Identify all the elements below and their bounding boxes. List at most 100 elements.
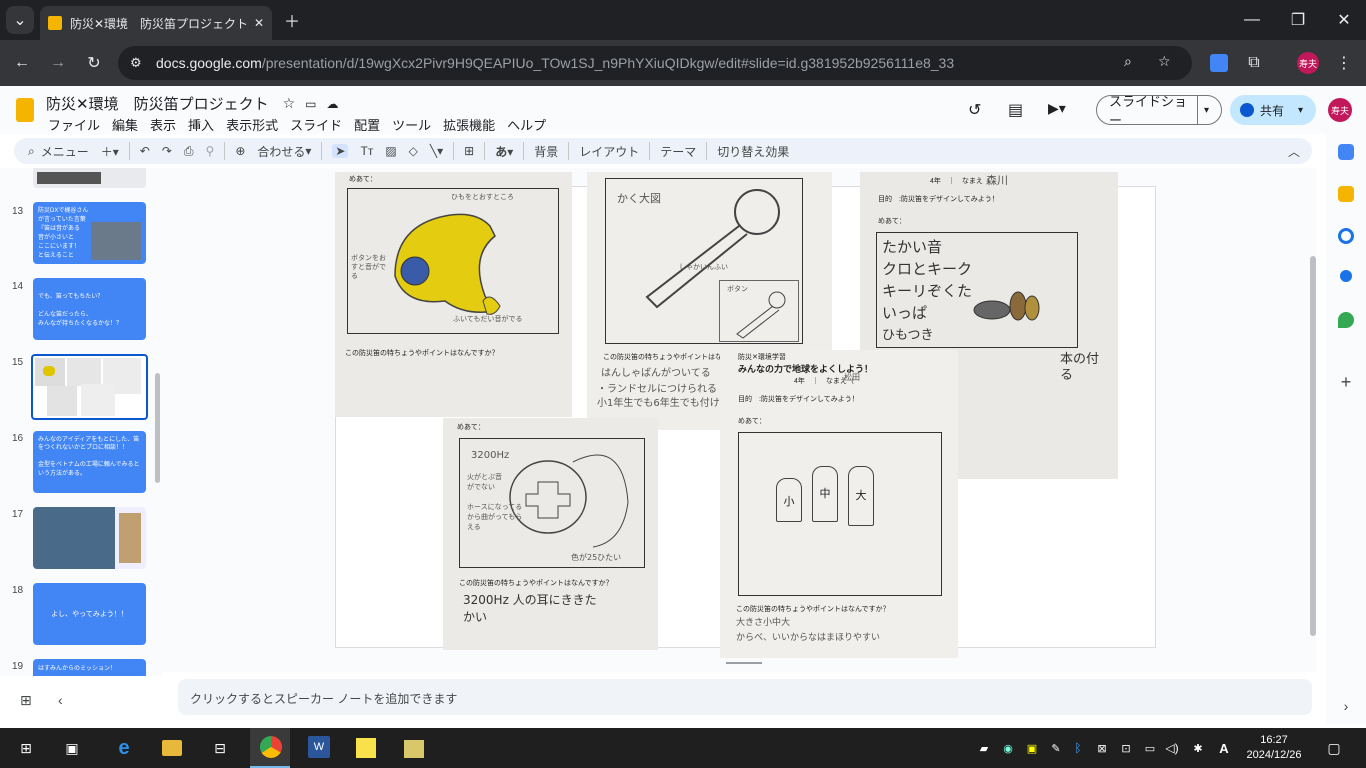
theme-button[interactable]: テーマ bbox=[660, 143, 696, 160]
collapse-filmstrip-icon[interactable]: ‹ bbox=[58, 692, 63, 708]
volume-icon[interactable]: ◁) bbox=[1160, 736, 1184, 760]
slide-thumbnail-17[interactable] bbox=[33, 507, 146, 569]
filmstrip-scrollbar[interactable] bbox=[155, 373, 160, 483]
image-icon[interactable]: ▨ bbox=[385, 144, 396, 158]
search-menus-label[interactable]: メニュー bbox=[41, 143, 89, 160]
network-icon[interactable]: ⊡ bbox=[1114, 736, 1138, 760]
menu-tools[interactable]: ツール bbox=[392, 115, 431, 134]
tray-app-icon[interactable]: ▰ bbox=[972, 736, 996, 760]
slide-thumbnail-14[interactable]: でも、笛ってもちたい？ どんな笛だったら、 みんなが持ちたくなるかな！？ bbox=[33, 278, 146, 340]
notifications-icon[interactable]: ▢ bbox=[1322, 736, 1346, 760]
clock[interactable]: 16:27 2024/12/26 bbox=[1238, 733, 1310, 763]
tray-monitor-icon[interactable]: ▣ bbox=[1020, 736, 1044, 760]
profile-avatar[interactable]: 寿夫 bbox=[1297, 52, 1319, 74]
menu-insert[interactable]: 挿入 bbox=[188, 115, 214, 134]
store-icon[interactable]: ⊟ bbox=[208, 736, 232, 760]
transition-button[interactable]: 切り替え効果 bbox=[717, 143, 789, 160]
new-slide-icon[interactable]: ＋▾ bbox=[101, 143, 119, 160]
expand-panel-icon[interactable]: › bbox=[1338, 698, 1354, 714]
star-icon[interactable]: ☆ bbox=[283, 95, 296, 112]
window-close-icon[interactable]: ✕ bbox=[1330, 6, 1358, 34]
worksheet-image-4[interactable]: めあて： 3200Hz 火がとぶ音がでない ホースになってるから曲がってもらえる… bbox=[443, 418, 658, 650]
input-tools-icon[interactable]: あ▾ bbox=[495, 143, 513, 160]
menu-extensions[interactable]: 拡張機能 bbox=[443, 115, 495, 134]
print-icon[interactable]: ⎙ bbox=[184, 144, 194, 159]
layout-button[interactable]: レイアウト bbox=[579, 143, 639, 160]
tasks-icon[interactable] bbox=[1338, 228, 1354, 244]
calendar-icon[interactable] bbox=[1338, 144, 1354, 160]
line-icon[interactable]: ╲▾ bbox=[430, 144, 443, 158]
slideshow-button[interactable]: スライドショー ▾ bbox=[1096, 94, 1222, 128]
cloud-status-icon[interactable]: ☁ bbox=[326, 97, 338, 111]
speaker-notes[interactable]: クリックするとスピーカー ノートを追加できます bbox=[178, 679, 1312, 715]
zoom-select[interactable]: 合わせる ▾ bbox=[257, 143, 311, 160]
chrome-taskbar-button[interactable] bbox=[250, 728, 290, 768]
sticky-notes-icon[interactable] bbox=[356, 738, 376, 758]
forward-icon[interactable]: → bbox=[44, 49, 72, 77]
tray-shield-icon[interactable]: ⊠ bbox=[1090, 736, 1114, 760]
menu-slide[interactable]: スライド bbox=[290, 115, 342, 134]
share-dropdown-icon[interactable]: ▾ bbox=[1298, 105, 1303, 116]
menu-format[interactable]: 表示形式 bbox=[226, 115, 278, 134]
task-view-icon[interactable]: ▣ bbox=[60, 736, 84, 760]
worksheet-image-1[interactable]: めあて： ひもをとおすところ ボタンをおすと音がでる ふいてもだい音がでる この… bbox=[335, 172, 572, 417]
new-tab-icon[interactable]: ＋ bbox=[278, 6, 306, 34]
windows-start-icon[interactable]: ⊞ bbox=[14, 736, 38, 760]
canvas-scrollbar[interactable] bbox=[1310, 256, 1316, 636]
zoom-icon[interactable]: ⌕ bbox=[1124, 53, 1132, 70]
file-explorer-icon[interactable] bbox=[162, 740, 182, 756]
extension-icon[interactable] bbox=[1210, 54, 1228, 72]
paint-icon[interactable] bbox=[404, 740, 424, 758]
text-box-icon[interactable]: Tт bbox=[360, 144, 373, 158]
menu-help[interactable]: ヘルプ bbox=[507, 115, 546, 134]
menu-view[interactable]: 表示 bbox=[150, 115, 176, 134]
comments-icon[interactable]: ▤ bbox=[1008, 100, 1023, 120]
minimize-icon[interactable]: — bbox=[1238, 6, 1266, 34]
slide-thumbnail-19[interactable]: はすみんからのミッション！ bbox=[33, 659, 146, 676]
background-button[interactable]: 背景 bbox=[534, 143, 558, 160]
puzzle-extensions-icon[interactable]: ⧉ bbox=[1240, 49, 1268, 77]
worksheet-image-5[interactable]: 防災✕環境学習 みんなの力で地球をよくしよう！ 4年 ｜ なまえ（ 松田 目的 … bbox=[720, 350, 958, 658]
tray-settings-icon[interactable]: ✱ bbox=[1186, 736, 1210, 760]
edge-icon[interactable]: e bbox=[112, 736, 136, 760]
tray-pen-icon[interactable]: ✎ bbox=[1044, 736, 1068, 760]
ime-mode-icon[interactable]: A bbox=[1212, 736, 1236, 760]
maps-icon[interactable] bbox=[1338, 312, 1354, 328]
bookmark-star-icon[interactable]: ☆ bbox=[1158, 53, 1171, 70]
address-bar[interactable]: ⚙ docs.google.com/presentation/d/19wgXcx… bbox=[118, 46, 1192, 80]
site-info-icon[interactable]: ⚙ bbox=[130, 55, 142, 71]
slide-thumbnail-12[interactable] bbox=[33, 168, 146, 188]
browser-menu-icon[interactable]: ⋮ bbox=[1330, 49, 1358, 77]
contacts-icon[interactable] bbox=[1340, 270, 1352, 282]
keep-icon[interactable] bbox=[1338, 186, 1354, 202]
collapse-toolbar-icon[interactable]: ︿ bbox=[1288, 143, 1300, 160]
select-cursor-icon[interactable]: ➤ bbox=[332, 144, 349, 158]
tab-close-icon[interactable]: ✕ bbox=[254, 16, 264, 30]
menu-edit[interactable]: 編集 bbox=[112, 115, 138, 134]
slide-thumbnail-18[interactable]: よし、やってみよう！！ bbox=[33, 583, 146, 645]
add-addon-icon[interactable]: + bbox=[1338, 373, 1354, 391]
comment-icon[interactable]: ⊞ bbox=[464, 144, 474, 158]
zoom-icon-toolbar[interactable]: ⊕ bbox=[235, 144, 245, 158]
doc-title[interactable]: 防災✕環境 防災笛プロジェクト bbox=[46, 93, 269, 114]
slideshow-dropdown-icon[interactable]: ▾ bbox=[1197, 95, 1209, 125]
tab-search-icon[interactable]: ⌄ bbox=[6, 6, 34, 34]
account-avatar[interactable]: 寿夫 bbox=[1328, 98, 1352, 122]
move-folder-icon[interactable]: ▭ bbox=[305, 97, 316, 111]
slide-thumbnail-16[interactable]: みんなのアイディアをもとにした、笛をつくれないかとプロに相談！！ 金型をベトナム… bbox=[33, 431, 146, 493]
menu-arrange[interactable]: 配置 bbox=[354, 115, 380, 134]
slide-canvas[interactable]: めあて： ひもをとおすところ ボタンをおすと音がでる ふいてもだい音がでる この… bbox=[162, 168, 1316, 672]
slide-thumbnail-13[interactable]: 防災DXで梶谷さんが言っていた言葉 『笛は音がある 音が小さいと ここにいます！… bbox=[33, 202, 146, 264]
bluetooth-icon[interactable]: ᛒ bbox=[1066, 736, 1090, 760]
paint-format-icon[interactable]: ⚲ bbox=[206, 144, 215, 158]
browser-tab[interactable]: 防災✕環境 防災笛プロジェクト ✕ bbox=[40, 6, 272, 40]
slides-logo-icon[interactable] bbox=[16, 98, 34, 122]
word-icon[interactable]: W bbox=[308, 736, 330, 758]
tray-network-app-icon[interactable]: ◉ bbox=[996, 736, 1020, 760]
battery-icon[interactable]: ▭ bbox=[1138, 736, 1162, 760]
slide-thumbnail-15-selected[interactable] bbox=[31, 354, 148, 420]
meet-icon[interactable]: ▶▾ bbox=[1048, 100, 1066, 117]
shape-icon[interactable]: ◇ bbox=[409, 144, 418, 158]
redo-icon[interactable]: ↷ bbox=[162, 144, 172, 158]
undo-icon[interactable]: ↶ bbox=[140, 144, 150, 158]
